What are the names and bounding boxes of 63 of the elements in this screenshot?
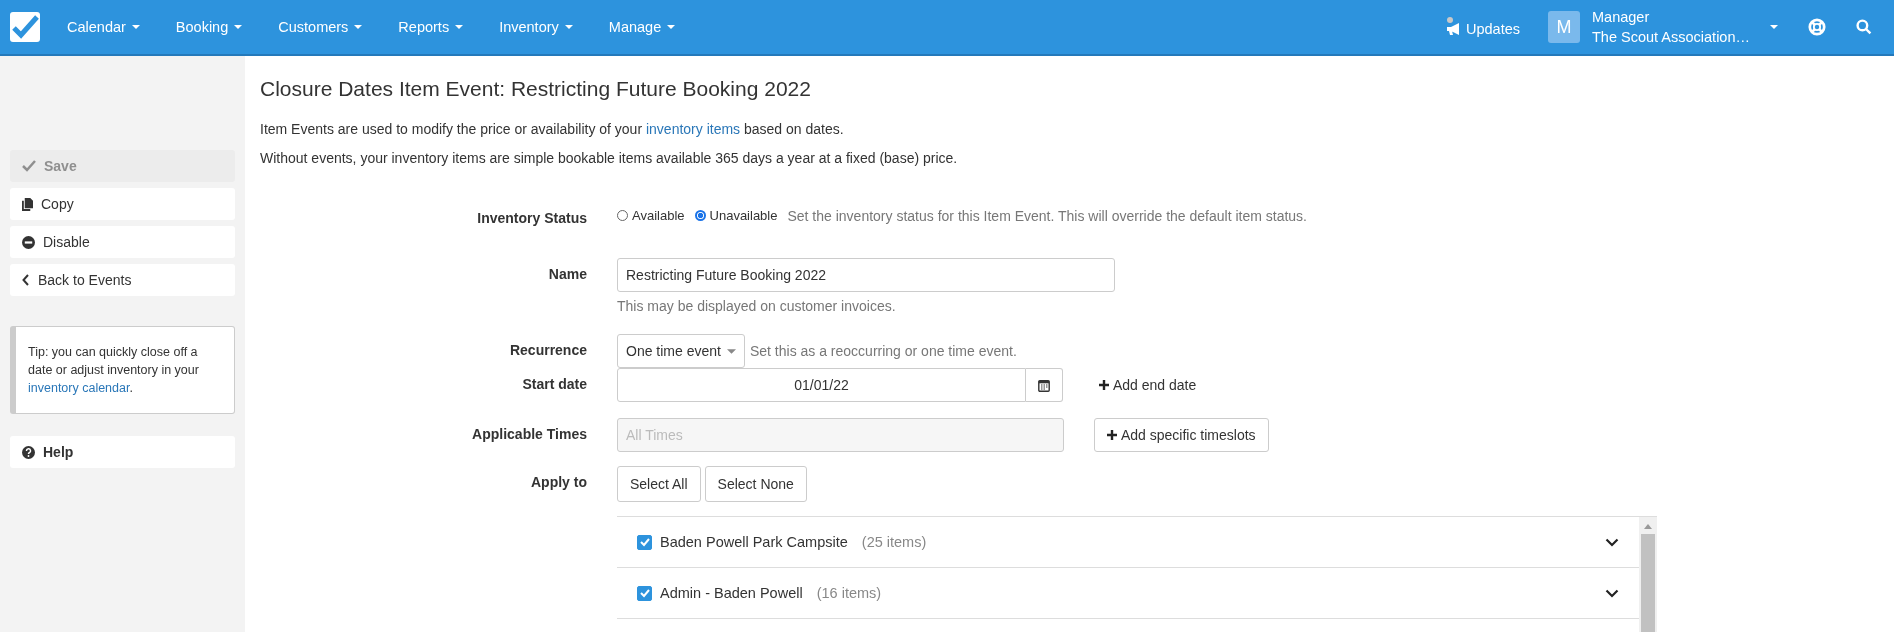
field-label: Recurrence: [508, 341, 587, 360]
caret-icon: [726, 348, 736, 354]
chevron-down-icon[interactable]: [1605, 588, 1619, 598]
megaphone-icon: [1446, 17, 1462, 37]
caret-icon: [667, 25, 676, 29]
select-button[interactable]: Select All: [617, 466, 701, 502]
checkbox[interactable]: [637, 534, 652, 550]
caret-icon: [1770, 25, 1778, 29]
logo-check-icon[interactable]: [10, 12, 40, 42]
chevron-left-icon: [22, 274, 30, 286]
help-lifebuoy-icon[interactable]: [1808, 18, 1826, 36]
field-label: Applicable Times: [471, 425, 587, 444]
sidebar-action[interactable]: Copy: [10, 188, 235, 220]
check-icon: [22, 160, 36, 172]
add-timeslots-button[interactable]: Add specific timeslots: [1094, 418, 1269, 452]
help-button[interactable]: Help: [10, 436, 235, 468]
add-end-date-link[interactable]: Add end date: [1093, 376, 1203, 394]
page-title: Closure Dates Item Event: Restricting Future Booking 2022: [260, 77, 812, 101]
copy-icon: [22, 197, 33, 211]
note-text: Without events, your inventory items are simple bookable items available 365 days a year at a fixed (base) price.: [260, 150, 959, 166]
user-role: Manager: [1592, 8, 1651, 27]
chevron-down-icon[interactable]: [1605, 537, 1619, 547]
caret-icon: [564, 25, 573, 29]
caret-icon: [234, 25, 243, 29]
radio-option[interactable]: Available: [617, 208, 685, 223]
minus-circle-icon: [22, 235, 35, 249]
plus-icon: [1107, 430, 1117, 440]
calendar-button[interactable]: [1026, 368, 1063, 402]
avatar: M: [1548, 11, 1580, 43]
inventory-items-link[interactable]: inventory items: [645, 121, 741, 137]
name-field[interactable]: Restricting Future Booking 2022: [617, 258, 1115, 292]
group-name: Baden Powell Park Campsite: [660, 534, 848, 550]
search-icon[interactable]: [1856, 19, 1872, 35]
caret-icon: [455, 25, 464, 29]
name-hint: This may be displayed on customer invoices.: [617, 298, 897, 314]
recurrence-dropdown[interactable]: One time event: [617, 334, 745, 368]
organisation-name: The Scout Association…: [1592, 28, 1750, 47]
field-label: Name: [547, 265, 587, 284]
tip-text: Tip: you can quickly close off a date or adjust inventory in your inventory calendar.: [10, 326, 235, 414]
field-label: Inventory Status: [476, 209, 587, 228]
start-date-field[interactable]: 01/01/22: [617, 368, 1026, 402]
checkbox[interactable]: [637, 585, 652, 601]
sidebar-action[interactable]: Disable: [10, 226, 235, 258]
caret-icon: [131, 25, 140, 29]
scroll-up-icon[interactable]: [1644, 524, 1652, 529]
field-label: Start date: [521, 375, 587, 394]
inventory-calendar-link[interactable]: inventory calendar: [28, 381, 130, 395]
intro-text: Item Events are used to modify the price or availability of your inventory items based on dates.: [260, 121, 845, 137]
calendar-icon: [1038, 378, 1050, 392]
item-count: (25 items): [861, 534, 927, 550]
sidebar-action[interactable]: Back to Events: [10, 264, 235, 296]
caret-icon: [354, 25, 363, 29]
recurrence-hint: Set this as a reoccurring or one time event.: [749, 343, 1017, 359]
field-label: Apply to: [530, 473, 587, 492]
item-count: (16 items): [816, 585, 882, 601]
select-button[interactable]: Select None: [704, 466, 807, 502]
applicable-times-field[interactable]: All Times: [617, 418, 1064, 452]
group-name: Admin - Baden Powell: [660, 585, 803, 601]
radio-option[interactable]: Unavailable: [694, 208, 778, 223]
plus-icon: [1099, 380, 1109, 390]
radio-button[interactable]: [694, 210, 706, 221]
status-hint: Set the inventory status for this Item Event. This will override the default item status.: [787, 208, 1307, 224]
question-icon: [22, 445, 35, 459]
